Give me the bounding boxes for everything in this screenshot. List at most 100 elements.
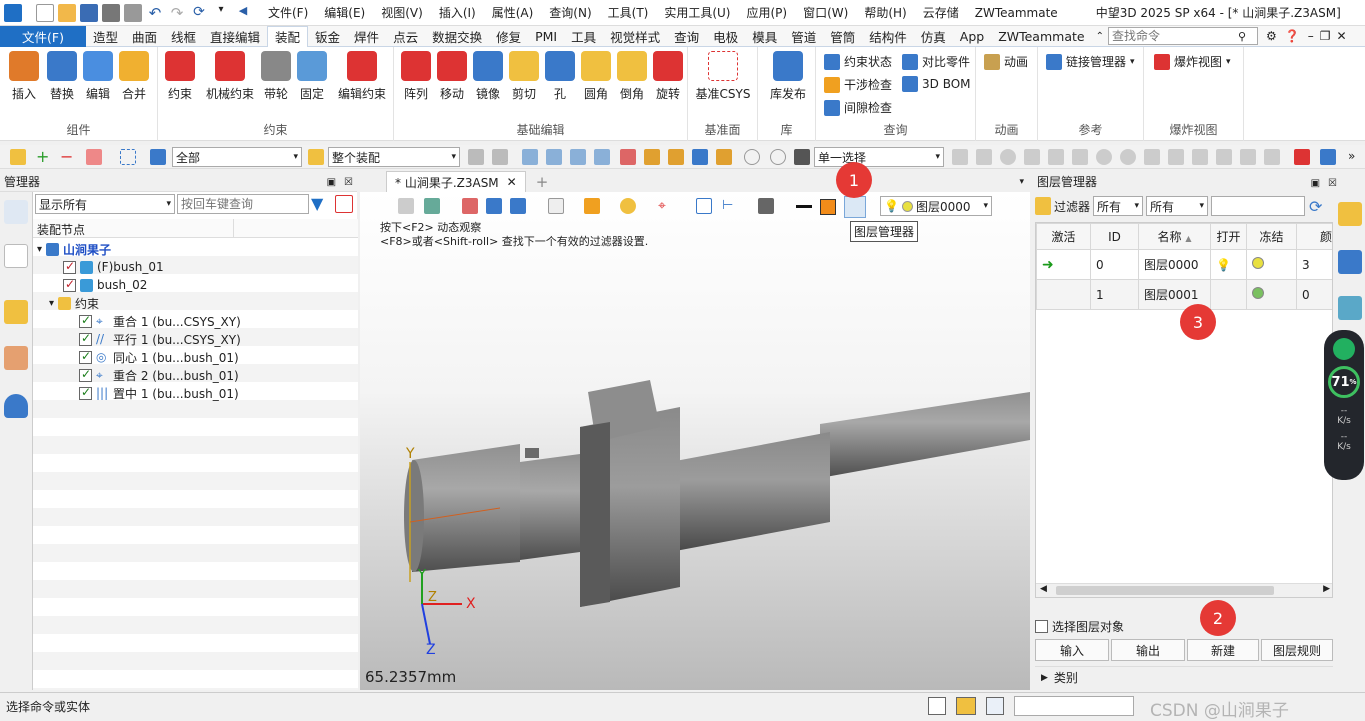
shaft-long[interactable]: [820, 392, 1030, 478]
save-icon[interactable]: [80, 3, 98, 22]
col-freeze[interactable]: 冻结: [1246, 223, 1297, 250]
shaft-end[interactable]: [412, 444, 520, 572]
link-manager-dropdown-icon[interactable]: ▾: [1130, 57, 1135, 67]
tab-tools[interactable]: 工具: [564, 26, 603, 47]
remove-icon[interactable]: −: [60, 149, 76, 165]
sun-freeze-icon[interactable]: [1252, 287, 1264, 299]
back-arrow-icon[interactable]: ◀: [234, 4, 252, 22]
select-layer-checkbox[interactable]: [1035, 620, 1048, 633]
insert-button[interactable]: 插入: [6, 51, 42, 102]
close-manager-icon[interactable]: ☒: [344, 177, 353, 188]
snap-mid-icon[interactable]: [1072, 149, 1088, 165]
constraint-button[interactable]: 约束: [162, 51, 198, 102]
explode-view-button[interactable]: 爆炸视图 ▾: [1154, 53, 1231, 70]
node-checkbox[interactable]: [63, 259, 76, 274]
import-button[interactable]: 输入: [1035, 639, 1109, 661]
mirror-button[interactable]: 镜像: [470, 51, 506, 102]
refresh-icon[interactable]: ⟳: [190, 4, 208, 22]
polygon-select-icon[interactable]: [120, 149, 136, 165]
menu-apps[interactable]: 应用(P): [739, 4, 796, 21]
rotate-button[interactable]: 旋转: [650, 51, 686, 102]
shaft-body[interactable]: [520, 454, 580, 560]
system-monitor-widget[interactable]: 71% -- K/s -- K/s: [1324, 330, 1364, 480]
layer-icon[interactable]: [644, 149, 660, 165]
tab-point-cloud[interactable]: 点云: [386, 26, 425, 47]
category-section[interactable]: ▶ 类别: [1035, 666, 1333, 688]
import-icon[interactable]: [668, 149, 684, 165]
image-library-icon[interactable]: [4, 346, 28, 370]
node-checkbox[interactable]: [79, 385, 92, 400]
replay-icon[interactable]: [770, 149, 786, 165]
undo-icon[interactable]: ↶: [146, 4, 164, 22]
tab-data-exchange[interactable]: 数据交换: [425, 26, 489, 47]
tab-visual-style[interactable]: 视觉样式: [603, 26, 667, 47]
search-icon[interactable]: ⚲: [1238, 30, 1246, 43]
filter-combo-2[interactable]: 所有 ▾: [1146, 196, 1209, 216]
status-list-icon[interactable]: [986, 697, 1004, 715]
cut-button[interactable]: 剪切: [506, 51, 542, 102]
node-checkbox[interactable]: [79, 313, 92, 328]
new-tab-icon[interactable]: +: [536, 173, 549, 191]
filter-chart-icon[interactable]: [150, 149, 166, 165]
constraint-status-button[interactable]: 约束状态: [824, 53, 892, 70]
tab-query[interactable]: 查询: [667, 26, 706, 47]
node-search-field[interactable]: [177, 194, 309, 214]
new-layer-button[interactable]: 新建: [1187, 639, 1259, 661]
tree-constraint-folder[interactable]: ▾ 约束: [33, 294, 358, 312]
snap-face-icon[interactable]: [1240, 149, 1256, 165]
menu-utilities[interactable]: 实用工具(U): [656, 4, 738, 21]
tab-electrode[interactable]: 电极: [706, 26, 745, 47]
tab-app[interactable]: App: [953, 26, 991, 47]
help-icon[interactable]: ❓: [1285, 29, 1300, 43]
datum-csys-button[interactable]: 基准CSYS: [692, 51, 754, 102]
link-manager-button[interactable]: 链接管理器 ▾: [1046, 53, 1135, 70]
tree-constraint-item[interactable]: ||| 置中 1 (bu...bush_01): [33, 384, 358, 402]
node-checkbox[interactable]: [79, 349, 92, 364]
replace-button[interactable]: 替换: [44, 51, 80, 102]
menu-help[interactable]: 帮助(H): [856, 4, 914, 21]
horizontal-scrollbar[interactable]: ◀ ▶: [1036, 583, 1332, 597]
layer-row-0[interactable]: ➜ 0 图层0000 💡 3: [1036, 249, 1332, 280]
print-preview-icon[interactable]: [124, 3, 142, 22]
col-open[interactable]: 打开: [1210, 223, 1247, 250]
tab-modeling[interactable]: 造型: [86, 26, 125, 47]
snap-point-icon[interactable]: [976, 149, 992, 165]
pointer-icon[interactable]: [620, 149, 636, 165]
shaft-right-collar[interactable]: [670, 432, 830, 552]
expand-arrow-icon[interactable]: ▾: [49, 298, 54, 309]
refresh-icon[interactable]: ⟳: [1309, 197, 1322, 216]
status-panel-icon[interactable]: [928, 697, 946, 715]
status-input[interactable]: [1014, 696, 1134, 716]
node-checkbox[interactable]: [63, 277, 76, 292]
tab-file[interactable]: 文件(F): [0, 25, 86, 47]
menu-edit[interactable]: 编辑(E): [316, 4, 373, 21]
tab-piping[interactable]: 管道: [784, 26, 823, 47]
menu-tools[interactable]: 工具(T): [600, 4, 657, 21]
pin-icon[interactable]: ▣: [327, 177, 336, 188]
history-tree-icon[interactable]: [4, 200, 28, 224]
bushing-face[interactable]: [580, 422, 610, 607]
tree-node-bush01[interactable]: (F)bush_01: [33, 258, 358, 276]
close-layer-manager-icon[interactable]: ☒: [1328, 178, 1337, 189]
filter-combo-1[interactable]: 所有 ▾: [1093, 196, 1144, 216]
menu-zwteammate[interactable]: ZWTeammate: [967, 6, 1066, 20]
assembly-scope-icon[interactable]: [308, 149, 324, 165]
col-name[interactable]: 名称 ▲: [1138, 223, 1211, 250]
snap-circle-icon[interactable]: [1120, 149, 1136, 165]
settings-gear-icon[interactable]: ⚙: [1266, 29, 1277, 43]
select-layer-objects[interactable]: 选择图层对象: [1035, 618, 1124, 635]
tab-zwteammate[interactable]: ZWTeammate: [991, 26, 1091, 47]
part-library-icon[interactable]: [4, 300, 28, 324]
command-search-input[interactable]: [1111, 29, 1238, 43]
print-icon[interactable]: [102, 3, 120, 22]
merge-button[interactable]: 合并: [116, 51, 152, 102]
minimize-icon[interactable]: –: [1308, 29, 1314, 43]
tab-simulation[interactable]: 仿真: [914, 26, 953, 47]
new-file-icon[interactable]: [36, 3, 54, 22]
snap-line-icon[interactable]: [1048, 149, 1064, 165]
assembly-tool-2-icon[interactable]: [1320, 149, 1336, 165]
tree-node-bush02[interactable]: bush_02: [33, 276, 358, 294]
hole-button[interactable]: 孔: [542, 51, 578, 102]
col-color[interactable]: 颜: [1296, 223, 1332, 250]
edit-constraint-button[interactable]: 编辑约束: [334, 51, 390, 102]
